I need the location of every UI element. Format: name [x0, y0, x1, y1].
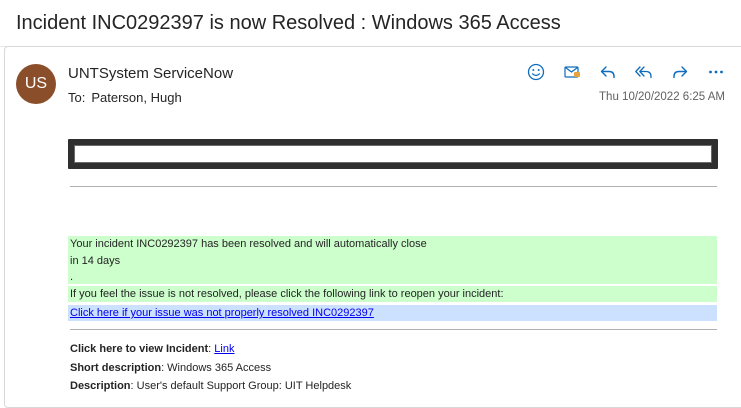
divider-bottom — [70, 329, 717, 330]
resolved-line-3: . — [70, 271, 74, 283]
view-incident-link[interactable]: Link — [214, 343, 234, 355]
recipient-line: To: Paterson, Hugh — [68, 90, 182, 105]
description-label: Description — [70, 380, 131, 392]
short-description-label: Short description — [70, 361, 162, 374]
sent-date: Thu 10/20/2022 6:25 AM — [599, 91, 725, 103]
emoji-icon[interactable] — [524, 60, 548, 84]
incident-details: Click here to view Incident: Link Short … — [70, 340, 351, 396]
resolved-line-1: Your incident INC0292397 has been resolv… — [70, 238, 427, 250]
resolved-notice: Your incident INC0292397 has been resolv… — [68, 236, 717, 284]
email-subject: Incident INC0292397 is now Resolved : Wi… — [16, 12, 561, 34]
description-row: Description: User's default Support Grou… — [70, 377, 351, 396]
more-icon[interactable] — [704, 60, 728, 84]
avatar[interactable]: US — [16, 64, 56, 104]
reopen-row: Click here if your issue was not properl… — [68, 305, 717, 321]
description-value: : User's default Support Group: UIT Help… — [130, 380, 352, 392]
subject-bar: Incident INC0292397 is now Resolved : Wi… — [0, 0, 741, 47]
view-incident-row: Click here to view Incident: Link — [70, 340, 351, 359]
reply-all-icon[interactable] — [632, 60, 656, 84]
banner-image-placeholder — [74, 145, 712, 163]
resolved-line-2: in 14 days — [70, 254, 121, 267]
view-incident-label: Click here to view Incident — [70, 343, 209, 355]
header-banner — [68, 139, 718, 169]
reply-icon[interactable] — [596, 60, 620, 84]
divider-top — [70, 186, 717, 187]
forward-icon[interactable] — [668, 60, 692, 84]
envelope-icon[interactable] — [560, 60, 584, 84]
reopen-link[interactable]: Click here if your issue was not properl… — [70, 307, 374, 319]
sender-name[interactable]: UNTSystem ServiceNow — [68, 65, 233, 82]
reopen-instructions: If you feel the issue is not resolved, p… — [68, 286, 717, 302]
short-description-row: Short description: Windows 365 Access — [70, 359, 351, 378]
short-description-value: : Windows 365 Access — [161, 361, 272, 374]
to-label: To: — [68, 90, 86, 105]
recipient-name[interactable]: Paterson, Hugh — [91, 90, 181, 105]
